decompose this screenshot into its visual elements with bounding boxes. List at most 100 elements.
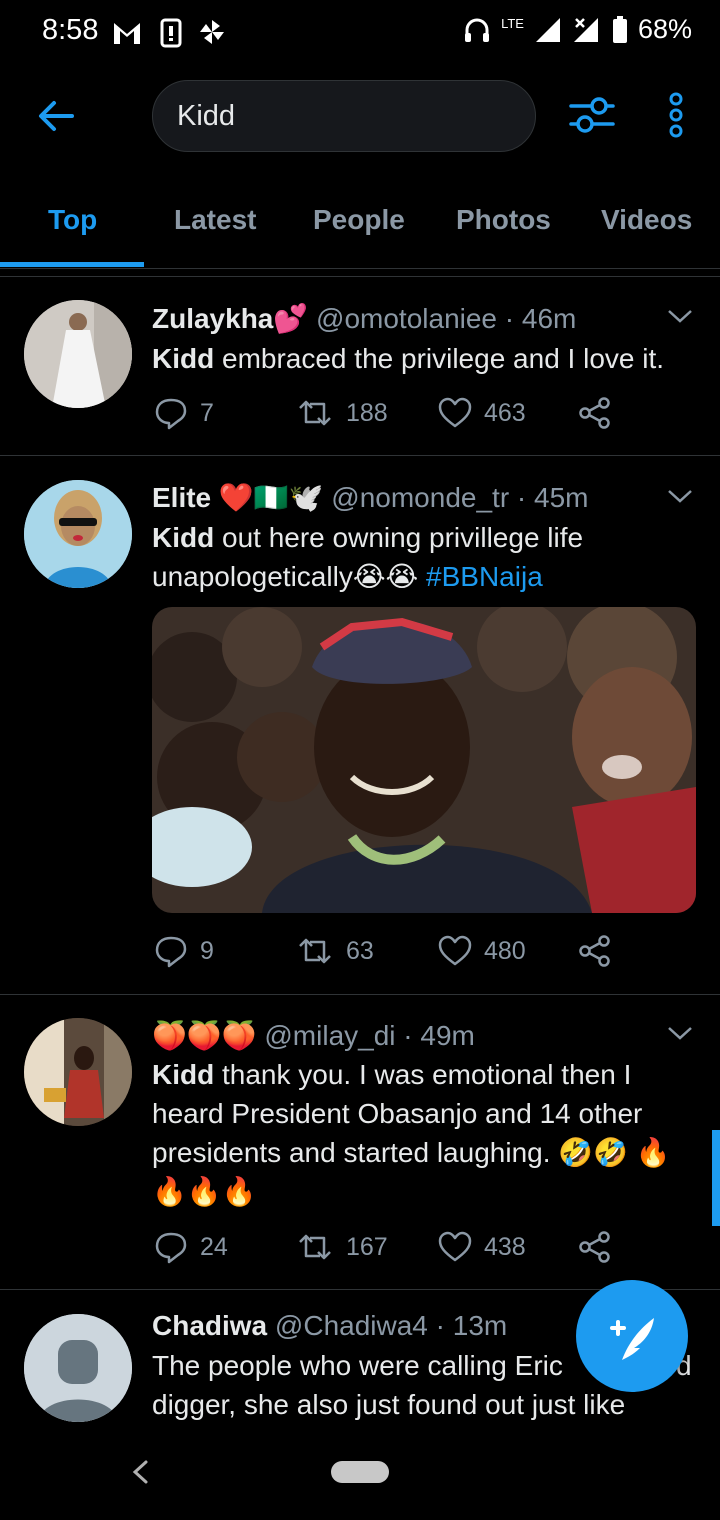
share-icon <box>579 1231 610 1263</box>
retweet-button[interactable]: 63 <box>296 934 374 968</box>
tweet-text: Kidd out here owning privillege life una… <box>152 518 697 596</box>
battery-level: 68% <box>637 14 692 44</box>
avatar-image <box>24 480 132 588</box>
reply-icon <box>155 398 187 430</box>
signal-icon <box>535 17 560 42</box>
like-count: 438 <box>484 1232 526 1261</box>
chevron-down-icon[interactable] <box>666 486 694 506</box>
display-name[interactable]: Zulaykha💕 <box>152 303 308 334</box>
gmail-icon <box>114 23 140 44</box>
tweet-photo[interactable] <box>152 607 696 913</box>
battery-icon <box>612 15 627 43</box>
search-query: Kidd <box>177 100 236 132</box>
reply-button[interactable]: 7 <box>154 396 214 430</box>
reply-count: 24 <box>200 1232 228 1261</box>
divider <box>0 455 720 456</box>
retweet-button[interactable]: 167 <box>296 1230 388 1264</box>
compose-icon <box>610 1318 654 1360</box>
tab-top[interactable]: Top <box>48 204 97 236</box>
share-button[interactable] <box>578 396 612 430</box>
compose-tweet-button[interactable] <box>576 1280 688 1392</box>
tab-latest[interactable]: Latest <box>174 204 256 236</box>
home-pill[interactable] <box>331 1461 389 1483</box>
reply-button[interactable]: 24 <box>154 1230 228 1264</box>
like-icon <box>438 397 472 428</box>
tweet-time: · 46m <box>504 303 577 334</box>
like-icon <box>438 1231 472 1262</box>
reply-icon <box>155 936 187 968</box>
retweet-icon <box>299 1234 331 1260</box>
retweet-icon <box>299 938 331 964</box>
active-tab-indicator <box>0 262 144 267</box>
like-button[interactable]: 438 <box>438 1230 526 1264</box>
status-time: 8:58 <box>42 14 99 46</box>
network-type: LTE <box>501 16 524 31</box>
reply-icon <box>155 1232 187 1264</box>
display-name[interactable]: Chadiwa <box>152 1310 267 1341</box>
avatar-image <box>24 1018 132 1126</box>
search-term: Kidd <box>152 522 215 553</box>
scrollbar-thumb[interactable] <box>712 1130 720 1226</box>
username[interactable]: @milay_di <box>264 1020 395 1051</box>
avatar[interactable] <box>24 480 132 588</box>
username[interactable]: @omotolaniee <box>316 303 497 334</box>
like-count: 463 <box>484 398 526 427</box>
tweet-text: Kidd embraced the privilege and I love i… <box>152 339 697 378</box>
display-name[interactable]: 🍑🍑🍑 <box>152 1020 257 1051</box>
avatar[interactable] <box>24 1314 132 1422</box>
back-arrow-icon[interactable] <box>34 94 78 138</box>
username[interactable]: @Chadiwa4 <box>275 1310 428 1341</box>
pinwheel-icon <box>200 20 224 44</box>
share-button[interactable] <box>578 1230 612 1264</box>
tweet-body: The people who were calling Eric <box>152 1350 563 1381</box>
status-right: LTE 68% <box>463 14 692 45</box>
filter-icon[interactable] <box>568 94 616 136</box>
system-nav-bar <box>0 1440 720 1520</box>
tab-people[interactable]: People <box>313 204 405 236</box>
tweet-body: thank you. I was emotional then I heard … <box>152 1059 671 1207</box>
retweet-count: 63 <box>346 936 374 965</box>
tweet-actions: 24 167 438 <box>154 1230 634 1270</box>
divider <box>0 994 720 995</box>
retweet-icon <box>299 400 331 426</box>
search-header: Kidd <box>0 64 720 184</box>
search-term: Kidd <box>152 1059 215 1090</box>
signal-x-icon <box>573 17 598 42</box>
retweet-button[interactable]: 188 <box>296 396 388 430</box>
more-vertical-icon[interactable] <box>664 92 688 138</box>
sim-icon <box>160 18 182 48</box>
nav-back-icon[interactable] <box>128 1458 152 1486</box>
tweet-header: Elite ❤️🇳🇬🕊️ @nomonde_tr · 45m <box>152 481 589 514</box>
search-term: Kidd <box>152 343 215 374</box>
tweet-actions: 7 188 463 <box>154 396 634 436</box>
tweet-time: · 13m <box>435 1310 508 1341</box>
chevron-down-icon[interactable] <box>666 306 694 326</box>
headphones-icon <box>465 18 490 42</box>
tweet-time: · 45m <box>516 482 589 513</box>
retweet-count: 188 <box>346 398 388 427</box>
chevron-down-icon[interactable] <box>666 1023 694 1043</box>
tweet-header: 🍑🍑🍑 @milay_di · 49m <box>152 1019 475 1052</box>
like-button[interactable]: 463 <box>438 396 526 430</box>
tweet-time: · 49m <box>403 1020 475 1051</box>
reply-count: 7 <box>200 398 214 427</box>
like-icon <box>438 935 472 966</box>
tweet-header: Zulaykha💕 @omotolaniee · 46m <box>152 302 576 335</box>
share-icon <box>579 397 610 429</box>
display-name[interactable]: Elite ❤️🇳🇬🕊️ <box>152 482 324 513</box>
avatar[interactable] <box>24 300 132 408</box>
photo-laughing-woman <box>152 607 696 913</box>
tweet-header: Chadiwa @Chadiwa4 · 13m <box>152 1310 507 1342</box>
search-input[interactable]: Kidd <box>152 80 536 152</box>
tab-videos[interactable]: Videos <box>601 204 692 236</box>
share-icon <box>579 935 610 967</box>
share-button[interactable] <box>578 934 612 968</box>
retweet-count: 167 <box>346 1232 388 1261</box>
reply-button[interactable]: 9 <box>154 934 214 968</box>
like-button[interactable]: 480 <box>438 934 526 968</box>
search-tabs: Top Latest People Photos Videos <box>0 184 720 269</box>
avatar[interactable] <box>24 1018 132 1126</box>
tab-photos[interactable]: Photos <box>456 204 551 236</box>
username[interactable]: @nomonde_tr <box>331 482 509 513</box>
hashtag-link[interactable]: #BBNaija <box>426 561 543 592</box>
